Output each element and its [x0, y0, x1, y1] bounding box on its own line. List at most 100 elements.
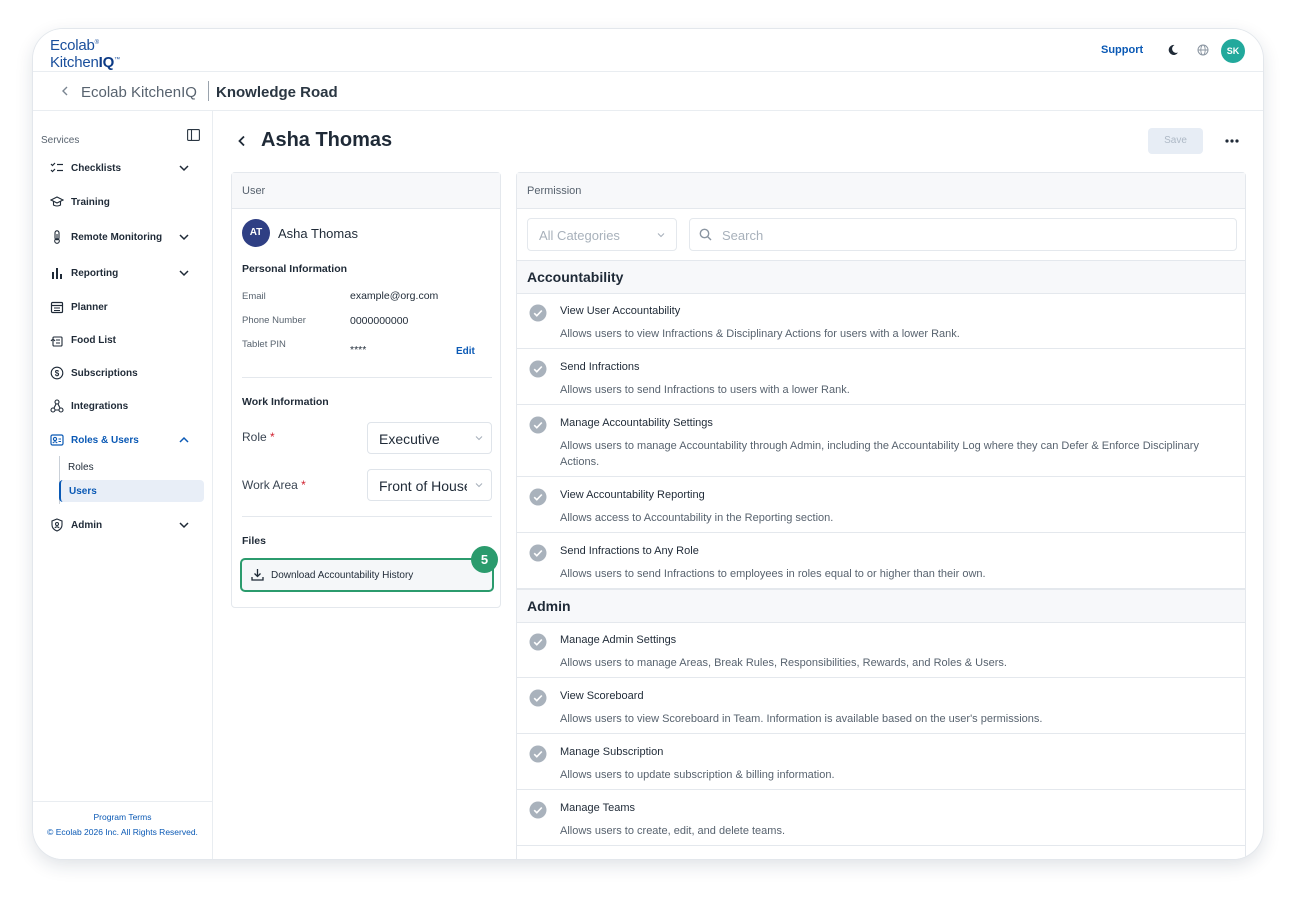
phone-label: Phone Number [242, 315, 306, 326]
permission-row[interactable]: Manage Accountability Settings Allows use… [517, 405, 1245, 477]
user-card: User AT Asha Thomas Personal Information… [231, 172, 501, 608]
support-link[interactable]: Support [1101, 44, 1143, 56]
permission-group-title: Admin [527, 598, 571, 614]
thermometer-icon [54, 230, 60, 244]
check-circle-icon [529, 689, 547, 707]
permission-row[interactable]: Send Infractions Allows users to send Inf… [517, 349, 1245, 405]
sidebar-item-food-list[interactable]: Food List [50, 328, 205, 352]
more-options-icon[interactable] [1225, 139, 1239, 143]
section-divider [242, 377, 492, 378]
roles-users-icon [50, 434, 64, 446]
copyright-text: © Ecolab 2026 Inc. All Rights Reserved. [47, 827, 198, 837]
checklist-icon [50, 162, 63, 173]
program-terms-link[interactable]: Program Terms [33, 812, 212, 822]
sidebar-item-remote-monitoring[interactable]: Remote Monitoring [50, 225, 205, 249]
breadcrumb-location[interactable]: Knowledge Road [216, 84, 338, 101]
sidebar-item-integrations[interactable]: Integrations [50, 394, 205, 418]
permission-name: Manage Accountability Settings [560, 417, 713, 429]
breadcrumb-divider [208, 81, 209, 101]
check-circle-icon [529, 633, 547, 651]
sidebar-item-reporting[interactable]: Reporting [50, 261, 205, 285]
bar-chart-icon [52, 268, 62, 279]
permission-name: Send Infractions [560, 361, 640, 373]
globe-icon[interactable] [1197, 44, 1209, 56]
permission-name: View Accountability Reporting [560, 489, 705, 501]
role-label: Role * [242, 430, 275, 444]
permission-row[interactable]: Manage Subscription Allows users to updat… [517, 734, 1245, 790]
work-area-select[interactable]: Front of House [367, 469, 492, 501]
sidebar-item-subscriptions[interactable]: $ Subscriptions [50, 361, 205, 385]
sidebar-subitem-users[interactable]: Users [59, 480, 204, 502]
permission-card: Permission All Categories Search Account… [516, 172, 1246, 859]
permission-name: Manage Admin Settings [560, 634, 677, 646]
dollar-icon: $ [50, 366, 64, 380]
search-icon [699, 228, 712, 241]
back-arrow-icon[interactable] [236, 134, 248, 148]
email-value: example@org.com [350, 290, 439, 302]
page-title: Asha Thomas [261, 129, 393, 151]
chevron-down-icon [179, 522, 189, 529]
permission-description: Allows users to send Infractions to user… [560, 384, 850, 396]
tablet-pin-label: Tablet PIN [242, 339, 286, 350]
chevron-down-icon [179, 165, 189, 172]
permission-description: Allows users to update subscription & bi… [560, 769, 835, 781]
integrations-icon [50, 399, 64, 413]
permission-row[interactable]: Manage Admin Settings Allows users to man… [517, 622, 1245, 678]
svg-text:$: $ [55, 369, 60, 378]
permission-name: View User Accountability [560, 305, 681, 317]
permission-row[interactable]: View Accountability Reporting Allows acce… [517, 477, 1245, 533]
permission-description: Allows users to manage Accountability th… [560, 440, 1199, 468]
phone-value: 0000000000 [350, 315, 409, 327]
moon-icon[interactable] [1167, 44, 1179, 56]
sidebar-item-planner[interactable]: Planner [50, 295, 205, 319]
user-name: Asha Thomas [278, 226, 358, 241]
breadcrumb: Ecolab KitchenIQ Knowledge Road [33, 72, 1263, 111]
personal-information-title: Personal Information [242, 263, 348, 275]
shield-icon [51, 518, 63, 532]
role-select[interactable]: Executive [367, 422, 492, 454]
chevron-down-icon [475, 483, 483, 488]
check-circle-icon [529, 745, 547, 763]
permission-description: Allows users to manage Areas, Break Rule… [560, 657, 1007, 669]
chevron-left-icon[interactable] [60, 84, 70, 98]
permission-name: View Scoreboard [560, 690, 644, 702]
sidebar-item-training[interactable]: Training [50, 190, 205, 214]
sidebar-item-checklists[interactable]: Checklists [50, 156, 205, 180]
work-area-label: Work Area * [242, 478, 306, 492]
permission-name: Manage Subscription [560, 746, 664, 758]
download-accountability-history-button[interactable]: Download Accountability History [240, 558, 494, 592]
chevron-down-icon [179, 270, 189, 277]
download-icon [251, 569, 264, 581]
section-divider [242, 516, 492, 517]
save-button[interactable]: Save [1148, 128, 1203, 154]
sidebar-subitem-roles[interactable]: Roles [60, 456, 203, 478]
permission-description: Allows users to create, edit, and delete… [560, 825, 786, 837]
tablet-pin-value: **** [350, 344, 367, 356]
user-avatar[interactable]: SK [1221, 39, 1245, 63]
permission-row[interactable]: Manage Teams Allows users to create, edit… [517, 790, 1245, 846]
sidebar-section-label: Services [41, 135, 80, 146]
sidebar-collapse-icon[interactable] [187, 129, 200, 141]
sidebar-item-roles-users[interactable]: Roles & Users [50, 428, 205, 452]
edit-pin-link[interactable]: Edit [456, 346, 475, 357]
permission-description: Allows users to send Infractions to empl… [560, 568, 986, 580]
files-title: Files [242, 535, 266, 547]
graduation-cap-icon [50, 196, 64, 207]
food-list-icon [50, 336, 63, 347]
permission-group-header: Accountability [517, 260, 1245, 294]
permission-name: Manage Teams [560, 802, 636, 814]
sidebar-item-admin[interactable]: Admin [50, 513, 205, 537]
check-circle-icon [529, 360, 547, 378]
check-circle-icon [529, 416, 547, 434]
check-circle-icon [529, 488, 547, 506]
permission-group-header: Admin [517, 589, 1245, 623]
category-filter-select[interactable]: All Categories [527, 218, 677, 251]
permission-row[interactable]: View User Accountability Allows users to … [517, 293, 1245, 349]
ecolab-kitcheniq-logo[interactable]: Ecolab® KitchenIQ™ [50, 36, 120, 70]
permission-group-title: Accountability [527, 269, 624, 285]
permission-search-input[interactable]: Search [689, 218, 1237, 251]
permission-row[interactable]: View Scoreboard Allows users to view Scor… [517, 678, 1245, 734]
check-circle-icon [529, 544, 547, 562]
breadcrumb-app[interactable]: Ecolab KitchenIQ [81, 84, 197, 101]
permission-row[interactable]: Send Infractions to Any Role Allows users… [517, 533, 1245, 589]
